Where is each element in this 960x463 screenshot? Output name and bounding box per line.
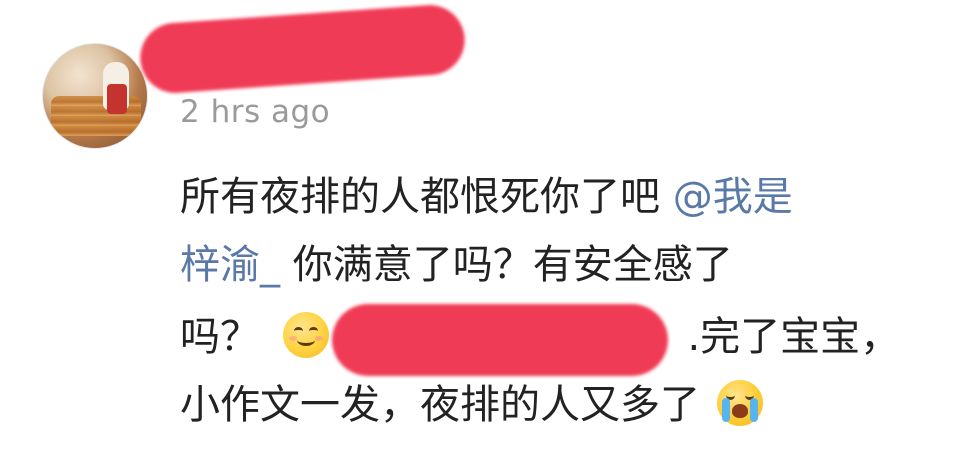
comment-text: 你满意了吗？有安全感了	[280, 242, 733, 288]
mention-link-end[interactable]: 梓渝_	[180, 242, 280, 288]
comment-text-line-2: 梓渝_ 你满意了吗？有安全感了	[180, 240, 733, 290]
comment-text-line-1: 所有夜排的人都恨死你了吧 @我是	[180, 172, 793, 222]
smiling-face-icon	[282, 312, 329, 358]
avatar-apron	[107, 84, 127, 114]
comment-text: 小作文一发，夜排的人又多了	[180, 382, 700, 428]
comment-text-line-4: 小作文一发，夜排的人又多了	[180, 380, 763, 430]
text-redaction	[332, 304, 668, 376]
avatar[interactable]	[42, 43, 148, 149]
comment-text: .完了宝宝，	[687, 314, 901, 360]
mention-link-start[interactable]: @我是	[673, 174, 793, 220]
comment-text: 吗？	[180, 314, 260, 360]
username-redaction	[137, 2, 468, 96]
comment-text: 所有夜排的人都恨死你了吧	[180, 174, 673, 220]
crying-face-icon	[716, 380, 763, 426]
comment-timestamp: 2 hrs ago	[180, 94, 331, 130]
